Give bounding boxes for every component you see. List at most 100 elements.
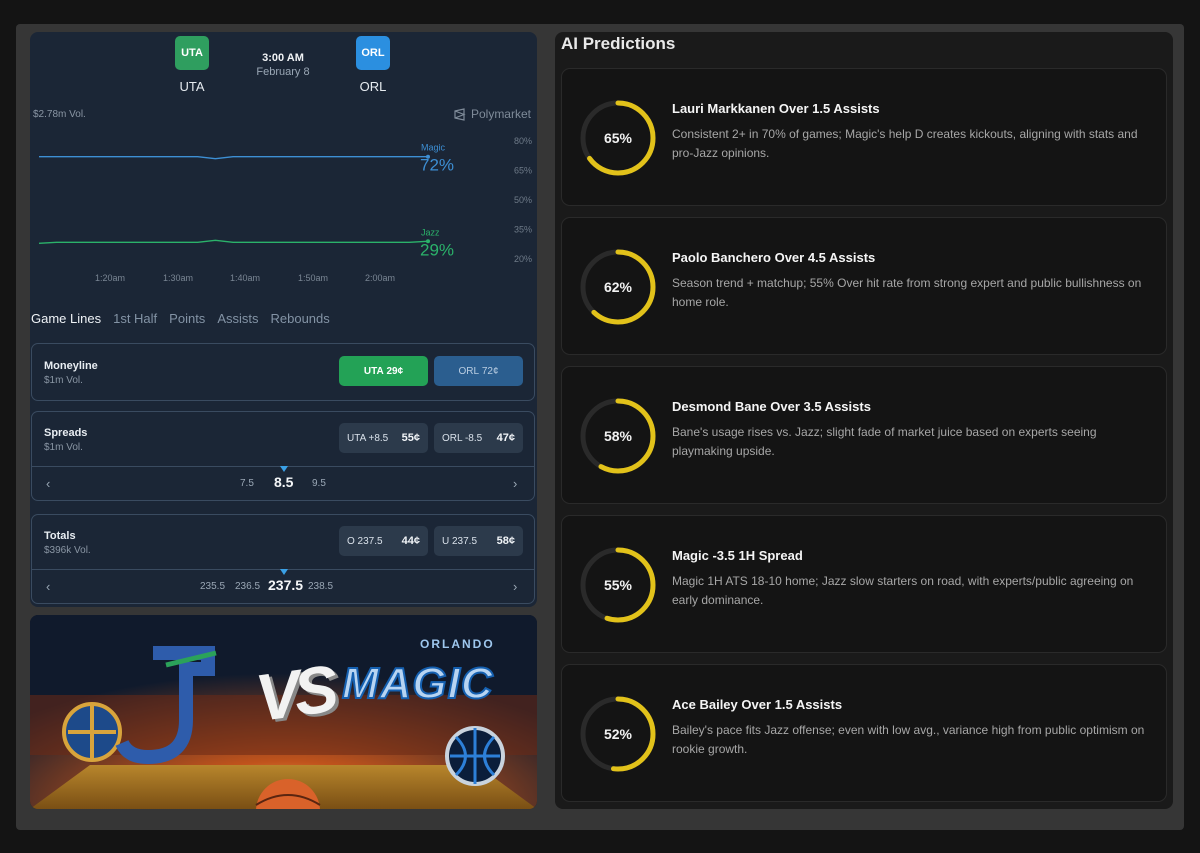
x-tick-label: 1:40am xyxy=(230,273,260,283)
over-label: O 237.5 xyxy=(347,535,383,547)
over-button[interactable]: O 237.5 44¢ xyxy=(339,526,428,556)
confidence-ring: 65% xyxy=(578,98,658,183)
moneyline-card: Moneyline $1m Vol. UTA 29¢ ORL 72¢ xyxy=(31,343,535,401)
orl-spread-label: ORL -8.5 xyxy=(442,432,483,444)
uta-name: UTA xyxy=(179,79,205,94)
uta-spread-price: 55¢ xyxy=(401,432,420,444)
prediction-card[interactable]: 65% Lauri Markkanen Over 1.5 Assists Consi… xyxy=(561,68,1167,206)
tab-game-lines[interactable]: Game Lines xyxy=(31,311,101,326)
matchup-banner: VS ORLANDO MAGIC xyxy=(30,615,537,809)
y-tick-label: 80% xyxy=(514,136,532,146)
ai-predictions-panel: AI Predictions 65% Lauri Markkanen Over 1… xyxy=(555,32,1173,809)
series-line-jazz xyxy=(38,239,428,244)
tab-assists[interactable]: Assists xyxy=(217,311,258,326)
orl-logo: ORL xyxy=(356,36,390,70)
prediction-card[interactable]: 62% Paolo Banchero Over 4.5 Assists Season… xyxy=(561,217,1167,355)
total-option[interactable]: 238.5 xyxy=(308,581,333,592)
under-button[interactable]: U 237.5 58¢ xyxy=(434,526,523,556)
confidence-ring: 62% xyxy=(578,247,658,332)
tab-points[interactable]: Points xyxy=(169,311,205,326)
totals-volume: $396k Vol. xyxy=(44,545,91,556)
x-tick-label: 1:30am xyxy=(163,273,193,283)
team-orl[interactable]: ORL ORL xyxy=(343,36,403,94)
source-label: Polymarket xyxy=(470,107,531,121)
prediction-card[interactable]: 52% Ace Bailey Over 1.5 Assists Bailey's p… xyxy=(561,664,1167,802)
prediction-card[interactable]: 55% Magic -3.5 1H Spread Magic 1H ATS 18-1… xyxy=(561,515,1167,653)
orl-spread-price: 47¢ xyxy=(496,432,515,444)
game-time: 3:00 AM February 8 xyxy=(243,52,323,78)
orl-name: ORL xyxy=(359,79,387,94)
prediction-reason: Consistent 2+ in 70% of games; Magic's h… xyxy=(672,127,1138,160)
jazz-logo xyxy=(62,646,217,765)
prediction-title: Paolo Banchero Over 4.5 Assists xyxy=(672,250,876,265)
team-uta[interactable]: UTA UTA xyxy=(162,36,222,94)
x-tick-label: 1:20am xyxy=(95,273,125,283)
total-marker xyxy=(280,569,288,575)
confidence-ring: 55% xyxy=(578,545,658,630)
probability-chart: 80% 65% 50% 35% 20% 1:20am 1:30am 1:40am 1:50am 2… xyxy=(38,136,532,283)
over-price: 44¢ xyxy=(401,535,420,547)
moneyline-title: Moneyline xyxy=(44,360,98,372)
spreads-volume: $1m Vol. xyxy=(44,442,83,453)
tab-rebounds[interactable]: Rebounds xyxy=(270,311,329,326)
under-label: U 237.5 xyxy=(442,535,478,547)
x-tick-label: 2:00am xyxy=(365,273,395,283)
chevron-left-icon[interactable]: ‹ xyxy=(46,579,50,594)
series-name-label: Jazz xyxy=(421,227,440,237)
prediction-title: Ace Bailey Over 1.5 Assists xyxy=(672,697,843,712)
magic-ball-icon xyxy=(445,726,505,786)
confidence-ring: 52% xyxy=(578,694,658,779)
spread-option[interactable]: 9.5 xyxy=(312,478,326,489)
series-latest-value: 72% xyxy=(420,156,454,175)
chevron-right-icon[interactable]: › xyxy=(513,476,517,491)
orl-moneyline-button[interactable]: ORL 72¢ xyxy=(434,356,523,386)
x-tick-label: 1:50am xyxy=(298,273,328,283)
confidence-ring: 58% xyxy=(578,396,658,481)
uta-spread-label: UTA +8.5 xyxy=(347,432,389,444)
series-name-label: Magic xyxy=(421,143,446,153)
y-tick-label: 65% xyxy=(514,166,532,176)
prediction-card[interactable]: 58% Desmond Bane Over 3.5 Assists Bane's u… xyxy=(561,366,1167,504)
versus-text: VS xyxy=(251,651,337,735)
prediction-reason: Magic 1H ATS 18-10 home; Jazz slow start… xyxy=(672,574,1134,607)
total-option[interactable]: 236.5 xyxy=(235,581,260,592)
prediction-reason: Season trend + matchup; 55% Over hit rat… xyxy=(672,276,1142,309)
total-line-selector[interactable]: ‹ 235.5 236.5 237.5 238.5 › xyxy=(32,569,534,603)
y-tick-label: 20% xyxy=(514,254,532,264)
spread-line-selector[interactable]: ‹ 7.5 8.5 9.5 › xyxy=(32,466,534,500)
series-line-magic xyxy=(39,156,427,160)
source-link[interactable]: Polymarket xyxy=(453,107,531,121)
total-option-selected[interactable]: 237.5 xyxy=(268,577,303,593)
confidence-percent: 65% xyxy=(603,130,633,146)
spread-option-selected[interactable]: 8.5 xyxy=(274,474,293,490)
prediction-title: Lauri Markkanen Over 1.5 Assists xyxy=(672,101,880,116)
magic-logo: MAGIC xyxy=(341,658,494,709)
game-date-label: February 8 xyxy=(256,66,310,78)
uta-logo: UTA xyxy=(175,36,209,70)
confidence-percent: 58% xyxy=(603,428,633,444)
spread-marker xyxy=(280,466,288,472)
orl-moneyline-price: 72¢ xyxy=(481,365,499,377)
spread-option[interactable]: 7.5 xyxy=(240,478,254,489)
tab-1st-half[interactable]: 1st Half xyxy=(113,311,157,326)
orlando-text: ORLANDO xyxy=(420,637,495,651)
prediction-title: Magic -3.5 1H Spread xyxy=(672,548,803,563)
orl-moneyline-label: ORL xyxy=(458,365,480,377)
uta-moneyline-button[interactable]: UTA 29¢ xyxy=(339,356,428,386)
market-panel: UTA UTA 3:00 AM February 8 ORL ORL $2.78… xyxy=(30,32,537,607)
uta-spread-button[interactable]: UTA +8.5 55¢ xyxy=(339,423,428,453)
moneyline-volume: $1m Vol. xyxy=(44,375,83,386)
chevron-left-icon[interactable]: ‹ xyxy=(46,476,50,491)
ai-predictions-title: AI Predictions xyxy=(561,34,676,53)
game-time-label: 3:00 AM xyxy=(262,52,304,64)
confidence-percent: 52% xyxy=(603,726,633,742)
prediction-reason: Bane's usage rises vs. Jazz; slight fade… xyxy=(672,425,1097,458)
total-option[interactable]: 235.5 xyxy=(200,581,225,592)
chevron-right-icon[interactable]: › xyxy=(513,579,517,594)
confidence-percent: 55% xyxy=(603,577,633,593)
orl-spread-button[interactable]: ORL -8.5 47¢ xyxy=(434,423,523,453)
market-volume: $2.78m Vol. xyxy=(33,109,86,120)
y-tick-label: 35% xyxy=(514,225,532,235)
uta-moneyline-label: UTA xyxy=(363,365,384,377)
prediction-reason: Bailey's pace fits Jazz offense; even wi… xyxy=(672,723,1145,756)
